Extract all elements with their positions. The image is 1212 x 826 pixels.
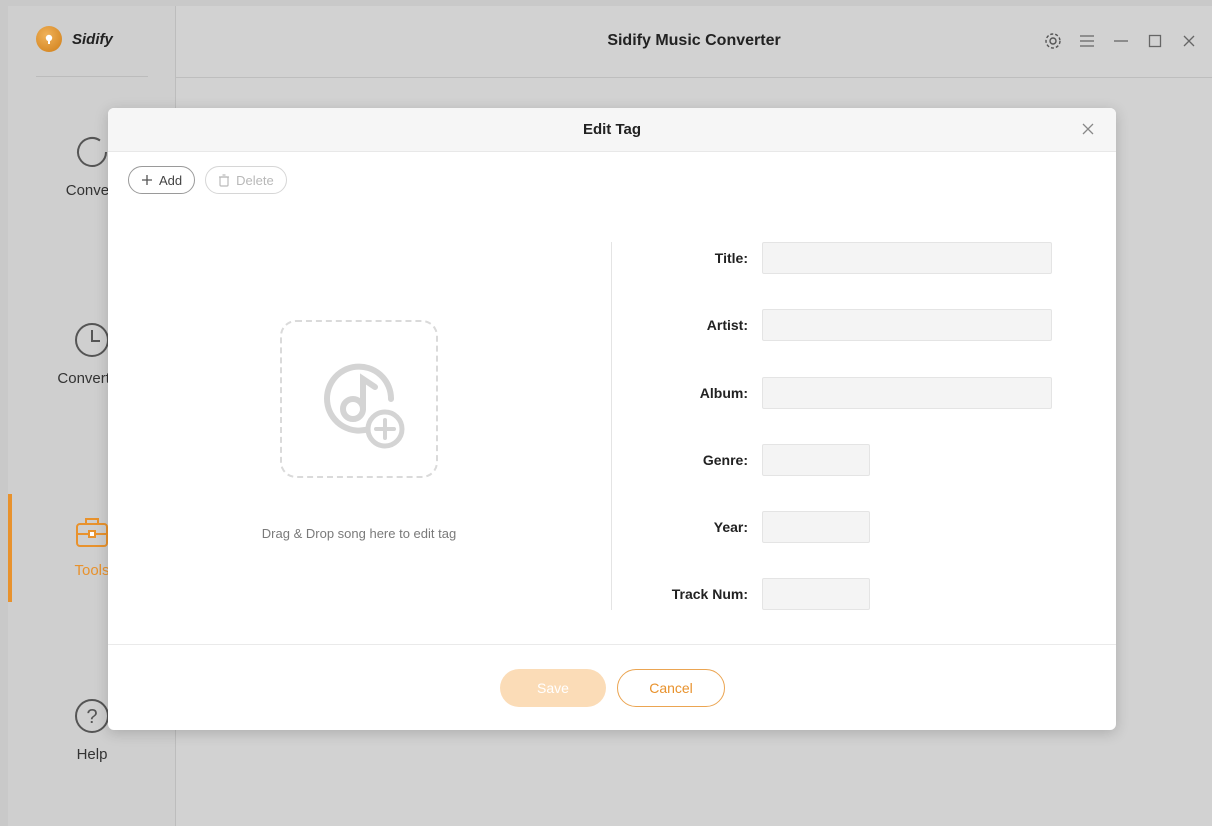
brand-name: Sidify bbox=[72, 30, 113, 48]
artist-input[interactable] bbox=[762, 309, 1052, 341]
year-row: Year: bbox=[628, 511, 748, 543]
genre-label: Genre: bbox=[702, 452, 748, 468]
loading-circle-icon bbox=[77, 137, 107, 167]
close-icon bbox=[1082, 123, 1094, 135]
close-icon[interactable] bbox=[1180, 32, 1198, 50]
delete-button[interactable]: Delete bbox=[205, 166, 287, 194]
add-music-icon bbox=[324, 363, 405, 449]
album-row: Album: bbox=[628, 377, 748, 409]
title-row: Title: bbox=[628, 242, 748, 274]
vertical-divider bbox=[611, 242, 612, 610]
track-num-label: Track Num: bbox=[671, 586, 748, 602]
edit-tag-dialog: Edit Tag Add Delete Drag & Drop song her… bbox=[108, 108, 1116, 730]
delete-button-label: Delete bbox=[236, 172, 274, 188]
footer-divider bbox=[108, 644, 1116, 645]
album-input[interactable] bbox=[762, 377, 1052, 409]
album-label: Album: bbox=[699, 385, 748, 401]
year-input[interactable] bbox=[762, 511, 870, 543]
artist-label: Artist: bbox=[706, 317, 748, 333]
song-drop-zone[interactable] bbox=[280, 320, 438, 478]
trash-icon bbox=[219, 173, 230, 187]
maximize-icon[interactable] bbox=[1146, 32, 1164, 50]
sidify-logo-icon bbox=[36, 26, 62, 52]
add-button-label: Add bbox=[159, 172, 183, 188]
cancel-button[interactable]: Cancel bbox=[617, 669, 725, 707]
dialog-header: Edit Tag bbox=[108, 108, 1116, 152]
save-button[interactable]: Save bbox=[500, 669, 606, 707]
drop-zone-hint: Drag & Drop song here to edit tag bbox=[261, 526, 457, 541]
app-logo: Sidify bbox=[36, 26, 113, 52]
plus-icon bbox=[142, 175, 152, 185]
menu-icon[interactable] bbox=[1078, 32, 1096, 50]
window-controls bbox=[1044, 32, 1198, 50]
dialog-close-button[interactable] bbox=[1078, 120, 1098, 140]
dialog-toolbar: Add Delete bbox=[128, 166, 287, 194]
genre-input[interactable] bbox=[762, 444, 870, 476]
dialog-title: Edit Tag bbox=[582, 121, 642, 138]
track-num-input[interactable] bbox=[762, 578, 870, 610]
svg-text:?: ? bbox=[86, 706, 97, 728]
sidebar-item-label: Help bbox=[76, 746, 108, 763]
year-label: Year: bbox=[713, 519, 748, 535]
genre-row: Genre: bbox=[628, 444, 748, 476]
track-num-row: Track Num: bbox=[628, 578, 748, 610]
artist-row: Artist: bbox=[628, 309, 748, 341]
help-icon: ? bbox=[75, 699, 109, 733]
minimize-icon[interactable] bbox=[1112, 32, 1130, 50]
toolbox-icon bbox=[76, 518, 108, 547]
title-label: Title: bbox=[714, 250, 748, 266]
title-bar: Sidify Music Converter bbox=[176, 6, 1212, 78]
add-button[interactable]: Add bbox=[128, 166, 196, 194]
sidebar-divider bbox=[36, 76, 148, 77]
gear-icon[interactable] bbox=[1044, 32, 1062, 50]
clock-icon bbox=[75, 323, 109, 357]
title-input[interactable] bbox=[762, 242, 1052, 274]
